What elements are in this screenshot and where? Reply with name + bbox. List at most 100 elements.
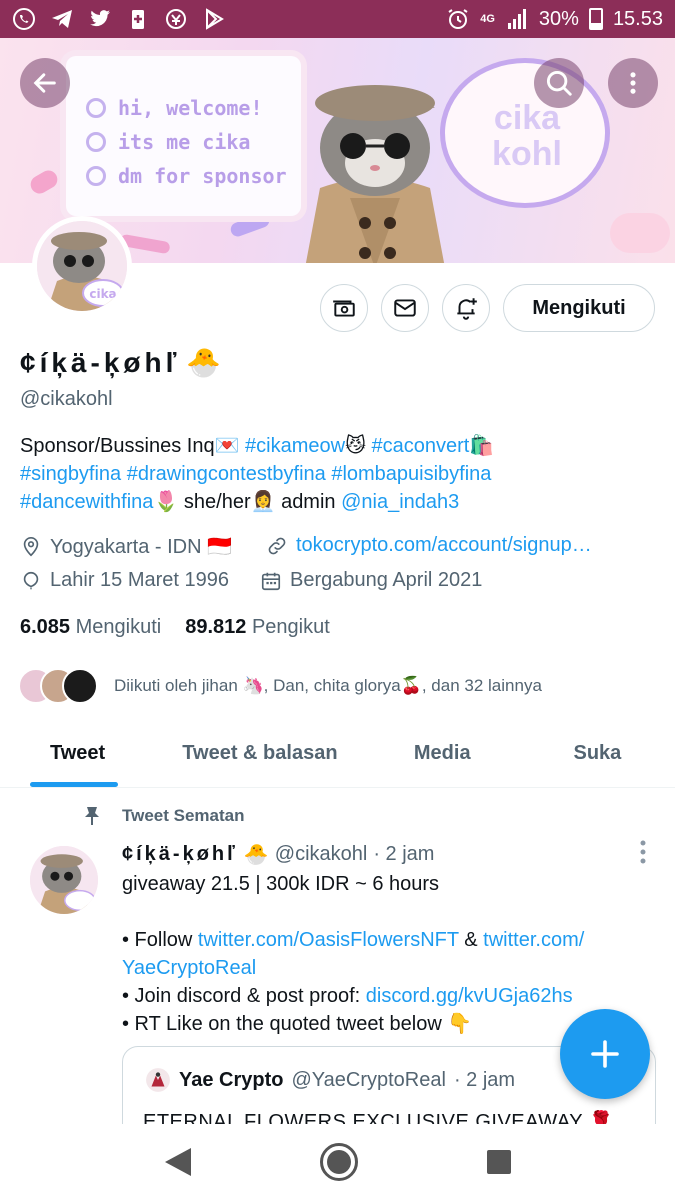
cat-illustration — [305, 85, 445, 263]
message-button[interactable] — [381, 284, 429, 332]
hashtag-link[interactable]: #lombapuisibyfina — [331, 463, 491, 485]
android-nav-bar — [0, 1124, 675, 1200]
hashtag-link[interactable]: #dancewithfina — [20, 491, 153, 513]
location-row: Yogyakarta - IDN 🇮🇩 — [20, 534, 232, 559]
tab-media[interactable]: Media — [365, 720, 520, 787]
quoted-author-handle: @YaeCryptoReal — [291, 1068, 446, 1091]
bell-plus-icon — [457, 298, 477, 320]
search-icon — [546, 70, 572, 96]
follower-avatars — [18, 668, 98, 704]
profile-tabs: Tweet Tweet & balasan Media Suka — [0, 720, 675, 788]
pin-icon — [85, 807, 99, 825]
tweet-author-name[interactable]: ¢íķä-ķøhľ — [122, 843, 238, 866]
avatar — [146, 1068, 170, 1092]
alarm-icon — [446, 7, 470, 31]
avatar-tag: cika — [89, 287, 116, 301]
tweet-link[interactable]: twitter.com/OasisFlowersNFT — [198, 929, 459, 951]
battery-icon — [588, 8, 603, 30]
tweet-more-icon[interactable] — [638, 838, 648, 866]
user-handle: @cikakohl — [20, 388, 113, 410]
envelope-icon — [394, 299, 416, 317]
tweet-author-avatar[interactable] — [30, 846, 98, 914]
hashtag-link[interactable]: #caconvert — [371, 435, 469, 457]
chick-emoji-icon: 🐣 — [243, 844, 269, 866]
circle-icon — [86, 132, 106, 152]
banner-decoration — [610, 213, 670, 253]
profile-avatar[interactable]: cika — [32, 216, 132, 316]
following-button[interactable]: Mengikuti — [503, 284, 655, 332]
play-store-icon — [202, 7, 226, 31]
tip-button[interactable] — [320, 284, 368, 332]
bio-line: Sponsor/Bussines Inq💌 #cikameow😼 #caconv… — [20, 435, 495, 457]
tweet-link[interactable]: discord.gg/kvUGja62hs — [366, 985, 573, 1007]
status-bar: 4G 30% 15.53 — [0, 0, 675, 38]
hashtag-link[interactable]: #cikameow — [245, 435, 345, 457]
plus-icon — [591, 1040, 619, 1068]
quoted-tweet-header: Yae Crypto @YaeCryptoReal · 2 jam — [145, 1067, 515, 1093]
website-row: tokocrypto.com/account/signup… — [266, 534, 592, 557]
follow-counts: 6.085 Mengikuti 89.812 Pengikut — [20, 616, 330, 639]
quoted-author-name: Yae Crypto — [179, 1068, 284, 1091]
tweet-link[interactable]: twitter.com/ — [483, 929, 584, 951]
nav-home-icon[interactable] — [319, 1143, 358, 1181]
circle-icon — [86, 98, 106, 118]
vpn-icon — [164, 7, 188, 31]
balloon-icon — [23, 571, 39, 589]
bio-line: #dancewithfina🌷 she/her👩‍💼 admin @nia_in… — [20, 491, 460, 513]
active-tab-indicator — [30, 782, 118, 787]
banner-bubble-text: cika kohl — [492, 99, 562, 173]
banner-line: dm for sponsor — [86, 164, 287, 188]
compose-tweet-button[interactable] — [560, 1009, 650, 1099]
tweet-text[interactable]: giveaway 21.5 | 300k IDR ~ 6 hours • Fol… — [122, 870, 652, 1038]
tweet-link[interactable]: YaeCryptoReal — [122, 957, 256, 979]
followed-by-text: Diikuti oleh jihan 🦄, Dan, chita glorya🍒… — [114, 676, 542, 695]
arrow-left-icon — [33, 73, 56, 93]
hashtag-link[interactable]: #singbyfina — [20, 463, 121, 485]
chick-emoji-icon: 🐣 — [186, 347, 222, 378]
calendar-icon — [261, 572, 281, 590]
link-icon — [268, 537, 286, 554]
back-button[interactable] — [20, 58, 70, 108]
avatar — [62, 668, 98, 704]
joined-row: Bergabung April 2021 — [260, 569, 482, 592]
hashtag-link[interactable]: #drawingcontestbyfina — [127, 463, 326, 485]
banner-line: hi, welcome! — [86, 96, 263, 120]
location-pin-icon — [23, 536, 39, 556]
tweet-time[interactable]: · 2 jam — [373, 843, 434, 866]
following-count[interactable]: 6.085 Mengikuti — [20, 616, 161, 639]
bio-line: #singbyfina #drawingcontestbyfina #lomba… — [20, 460, 660, 488]
whatsapp-icon — [12, 7, 36, 31]
telegram-icon — [50, 7, 74, 31]
money-icon — [333, 300, 355, 317]
followers-count[interactable]: 89.812 Pengikut — [185, 616, 330, 639]
pinned-label-row: Tweet Sematan — [80, 804, 245, 828]
battery-saver-icon — [126, 7, 150, 31]
website-link[interactable]: tokocrypto.com/account/signup… — [296, 534, 592, 557]
tweet-author-handle[interactable]: @cikakohl — [275, 843, 368, 866]
tab-tweet[interactable]: Tweet — [0, 720, 155, 787]
followed-by-row[interactable]: Diikuti oleh jihan 🦄, Dan, chita glorya🍒… — [18, 668, 542, 704]
nav-back-icon[interactable] — [164, 1148, 191, 1176]
avatar-image — [30, 846, 98, 914]
birthday-row: Lahir 15 Maret 1996 — [20, 569, 229, 592]
tab-tweet-replies[interactable]: Tweet & balasan — [155, 720, 364, 787]
tweet-header: ¢íķä-ķøhľ 🐣 @cikakohl · 2 jam — [122, 842, 434, 867]
nav-recents-icon[interactable] — [486, 1150, 511, 1174]
signal-icon — [505, 7, 529, 31]
search-button[interactable] — [534, 58, 584, 108]
avatar-image: cika — [37, 221, 127, 311]
mention-link[interactable]: @nia_indah3 — [341, 491, 459, 513]
banner-decoration — [27, 167, 61, 197]
profile-bio: Sponsor/Bussines Inq💌 #cikameow😼 #caconv… — [20, 432, 660, 516]
quoted-tweet-time: · 2 jam — [453, 1068, 516, 1091]
display-name: ¢íķä-ķøhľ 🐣 — [20, 346, 222, 379]
notifications-button[interactable] — [442, 284, 490, 332]
battery-percent: 30% — [538, 7, 579, 30]
tab-likes[interactable]: Suka — [520, 720, 675, 787]
banner-welcome-card: hi, welcome! its me cika dm for sponsor — [66, 56, 301, 216]
clock: 15.53 — [612, 7, 663, 30]
more-options-button[interactable] — [608, 58, 658, 108]
more-vertical-icon — [630, 72, 636, 94]
network-type: 4G — [480, 13, 495, 25]
twitter-icon — [88, 7, 112, 31]
